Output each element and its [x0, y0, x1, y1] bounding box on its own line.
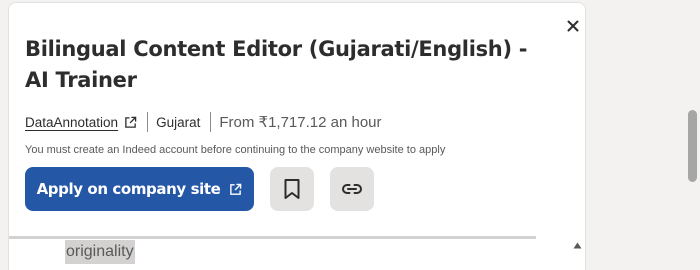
job-location: Gujarat [156, 114, 201, 130]
panel-scroll-up-button[interactable] [572, 240, 582, 250]
apply-on-company-site-button[interactable]: Apply on company site [25, 167, 254, 211]
external-link-icon [230, 183, 242, 195]
bookmark-icon [284, 179, 300, 199]
meta-divider [147, 112, 149, 132]
company-name: DataAnnotation [25, 114, 119, 130]
job-salary: From ₹1,717.12 an hour [219, 114, 382, 131]
close-button[interactable] [563, 16, 583, 36]
page-scrollbar-thumb[interactable] [688, 110, 697, 182]
account-notice: You must create an Indeed account before… [25, 144, 446, 156]
panel-divider [9, 236, 536, 239]
job-title: Bilingual Content Editor (Gujarati/Engli… [25, 37, 528, 92]
apply-button-label: Apply on company site [36, 180, 221, 198]
external-link-icon [125, 116, 137, 128]
copy-link-button[interactable] [330, 167, 374, 211]
triangle-up-icon [573, 242, 581, 248]
link-icon [342, 184, 362, 194]
meta-divider [210, 112, 212, 132]
close-icon [567, 20, 579, 32]
job-meta-row: DataAnnotation Gujarat From ₹1,717.12 an… [25, 111, 382, 133]
description-highlighted-text: originality [65, 240, 135, 264]
job-description-panel[interactable]: originality [8, 236, 586, 270]
save-job-button[interactable] [270, 167, 314, 211]
company-link[interactable]: DataAnnotation [25, 115, 137, 130]
